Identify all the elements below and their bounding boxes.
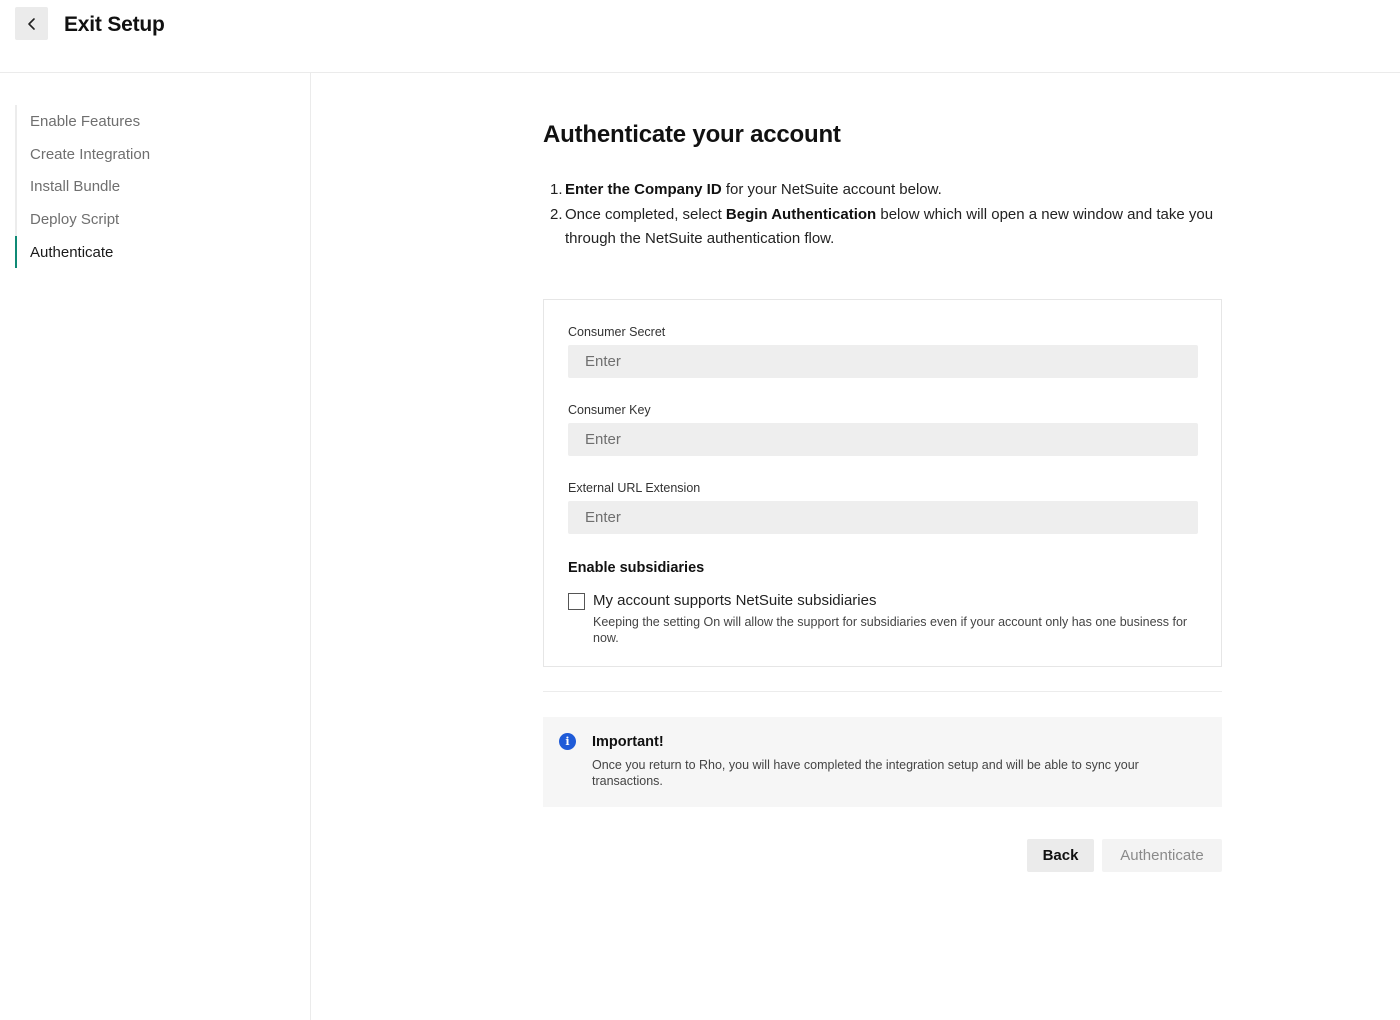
step-label: Create Integration xyxy=(30,145,151,163)
instruction-text: Once completed, select xyxy=(565,205,726,223)
consumer-key-label: Consumer Key xyxy=(568,403,651,417)
consumer-secret-input[interactable] xyxy=(568,345,1198,378)
page-title: Authenticate your account xyxy=(543,121,841,148)
step-enable-features[interactable]: Enable Features xyxy=(17,105,295,138)
subsidiaries-checkbox[interactable] xyxy=(568,593,585,610)
credentials-form: Consumer Secret Consumer Key External UR… xyxy=(543,299,1222,667)
consumer-secret-label: Consumer Secret xyxy=(568,325,666,339)
instruction-number: 2. xyxy=(550,205,563,223)
step-label: Deploy Script xyxy=(30,210,120,228)
step-deploy-script[interactable]: Deploy Script xyxy=(17,203,295,236)
step-install-bundle[interactable]: Install Bundle xyxy=(17,170,295,203)
step-label: Install Bundle xyxy=(30,178,121,196)
chevron-left-icon xyxy=(27,17,35,30)
back-button[interactable]: Back xyxy=(1027,839,1094,872)
external-url-label: External URL Extension xyxy=(568,481,701,495)
setup-sidebar: Enable Features Create Integration Insta… xyxy=(0,73,311,1020)
step-label: Enable Features xyxy=(30,112,141,130)
exit-back-button[interactable] xyxy=(15,7,48,40)
notice-title: Important! xyxy=(592,734,664,750)
subsidiaries-option: My account supports NetSuite subsidiarie… xyxy=(568,591,1197,646)
instruction-text: for your NetSuite account below. xyxy=(721,181,942,198)
subsidiaries-heading: Enable subsidiaries xyxy=(568,560,705,576)
top-bar: Exit Setup xyxy=(0,0,1400,73)
step-label: Authenticate xyxy=(30,243,114,261)
instruction-item: 1. Enter the Company ID for your NetSuit… xyxy=(543,178,1223,203)
info-icon: i xyxy=(559,733,576,750)
consumer-secret-field: Consumer Secret xyxy=(568,324,1198,378)
subsidiaries-checkbox-label[interactable]: My account supports NetSuite subsidiarie… xyxy=(593,591,1199,611)
external-url-field: External URL Extension xyxy=(568,480,1198,534)
step-create-integration[interactable]: Create Integration xyxy=(17,138,295,171)
subsidiaries-description: Keeping the setting On will allow the su… xyxy=(593,615,1188,645)
instruction-bold: Enter the Company ID xyxy=(565,181,722,198)
exit-setup-title: Exit Setup xyxy=(64,13,165,36)
instructions-list: 1. Enter the Company ID for your NetSuit… xyxy=(543,178,1223,252)
main-content: Authenticate your account 1. Enter the C… xyxy=(543,120,1223,872)
consumer-key-input[interactable] xyxy=(568,423,1198,456)
instruction-number: 1. xyxy=(550,181,563,198)
instruction-bold: Begin Authentication xyxy=(725,205,877,223)
external-url-input[interactable] xyxy=(568,501,1198,534)
instruction-item: 2. Once completed, select Begin Authenti… xyxy=(543,203,1223,252)
step-authenticate[interactable]: Authenticate xyxy=(15,235,295,269)
consumer-key-field: Consumer Key xyxy=(568,402,1198,456)
form-actions: Back Authenticate xyxy=(543,839,1222,872)
important-notice: i Important! Once you return to Rho, you… xyxy=(543,717,1222,807)
notice-text: Once you return to Rho, you will have co… xyxy=(592,758,1139,788)
section-divider xyxy=(543,691,1222,692)
setup-steps: Enable Features Create Integration Insta… xyxy=(15,105,295,269)
authenticate-button[interactable]: Authenticate xyxy=(1102,839,1222,872)
